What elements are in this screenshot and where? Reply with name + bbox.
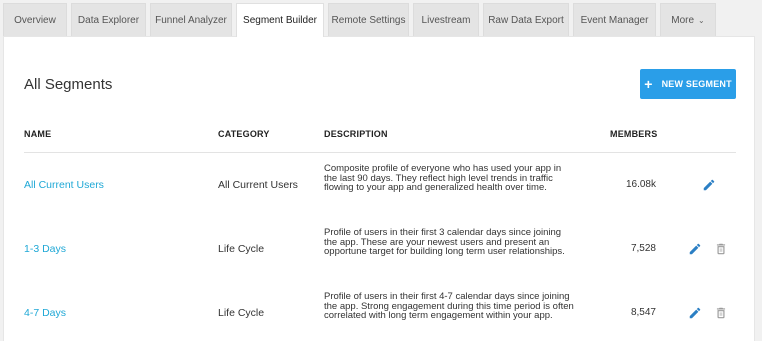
table-row: 1-3 Days Life Cycle Profile of users in … <box>4 217 756 281</box>
table-row: All Current Users All Current Users Comp… <box>4 153 756 217</box>
segments-panel: All Segments + NEW SEGMENT NAME CATEGORY… <box>3 36 755 341</box>
tab-data-explorer[interactable]: Data Explorer <box>71 3 146 36</box>
pencil-icon[interactable] <box>688 242 702 256</box>
tab-label: Livestream <box>421 14 471 26</box>
segment-name-link[interactable]: All Current Users <box>24 179 104 191</box>
tab-overview[interactable]: Overview <box>3 3 67 36</box>
segment-category: All Current Users <box>218 179 298 191</box>
tab-livestream[interactable]: Livestream <box>413 3 479 36</box>
segment-description: Composite profile of everyone who has us… <box>324 163 562 194</box>
segment-members: 7,528 <box>630 243 656 254</box>
table-row: 4-7 Days Life Cycle Profile of users in … <box>4 281 756 341</box>
new-segment-label: NEW SEGMENT <box>661 79 732 89</box>
segment-name-link[interactable]: 1-3 Days <box>24 243 66 255</box>
pencil-icon[interactable] <box>702 178 716 192</box>
tab-label: Event Manager <box>580 14 649 26</box>
tab-label: Remote Settings <box>331 14 406 26</box>
column-header-description: DESCRIPTION <box>324 129 388 139</box>
plus-icon: + <box>644 76 653 92</box>
page-title: All Segments <box>24 76 113 93</box>
tab-label: Data Explorer <box>77 14 140 26</box>
column-header-name[interactable]: NAME <box>24 129 51 139</box>
tab-segment-builder[interactable]: Segment Builder <box>236 3 324 37</box>
segment-description: Profile of users in their first 4-7 cale… <box>324 291 574 322</box>
tab-bar: Overview Data Explorer Funnel Analyzer S… <box>0 0 762 37</box>
tab-label: Segment Builder <box>243 15 317 26</box>
segment-name-link[interactable]: 4-7 Days <box>24 307 66 319</box>
tab-label: Overview <box>14 14 56 26</box>
segment-category: Life Cycle <box>218 243 265 255</box>
segment-members: 8,547 <box>630 307 656 318</box>
tab-funnel-analyzer[interactable]: Funnel Analyzer <box>150 3 232 36</box>
tab-more[interactable]: More ⌄ <box>660 3 716 36</box>
segment-members: 16.08k <box>625 179 656 190</box>
segment-category: Life Cycle <box>218 307 265 319</box>
tab-label: More <box>671 14 695 26</box>
segment-description: Profile of users in their first 3 calend… <box>324 227 565 258</box>
new-segment-button[interactable]: + NEW SEGMENT <box>640 69 736 99</box>
tab-raw-data-export[interactable]: Raw Data Export <box>483 3 569 36</box>
tab-remote-settings[interactable]: Remote Settings <box>328 3 409 36</box>
trash-icon[interactable] <box>714 242 728 256</box>
chevron-down-icon: ⌄ <box>698 15 705 25</box>
trash-icon[interactable] <box>714 306 728 320</box>
tab-label: Funnel Analyzer <box>155 14 227 26</box>
column-header-members[interactable]: MEMBERS <box>610 129 657 139</box>
tab-event-manager[interactable]: Event Manager <box>573 3 656 36</box>
pencil-icon[interactable] <box>688 306 702 320</box>
column-header-category[interactable]: CATEGORY <box>218 129 270 139</box>
tab-label: Raw Data Export <box>488 14 564 26</box>
